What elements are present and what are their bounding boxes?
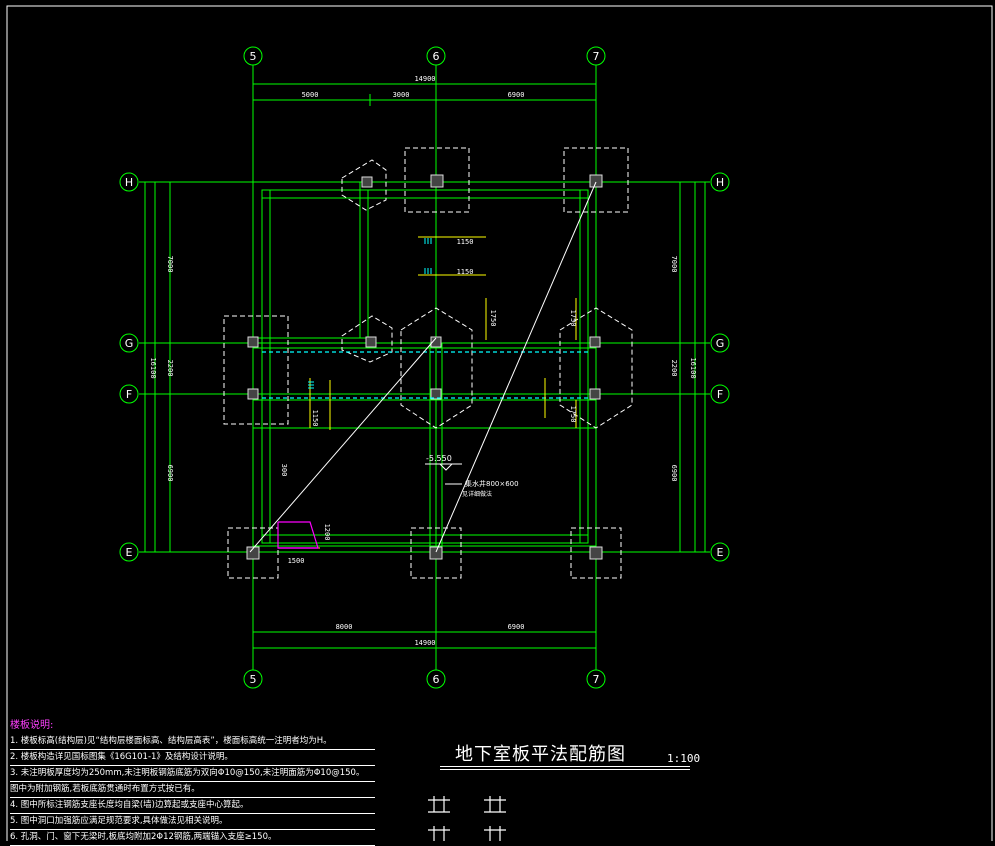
axis-label-col-5-top: 5 xyxy=(250,50,257,63)
note-line: 5. 图中洞口加强筋应满足规范要求,具体做法见相关说明。 xyxy=(10,814,375,830)
column-markers xyxy=(246,174,603,560)
dim-top-seg-1: 5000 xyxy=(302,91,319,99)
axis-label-col-6-top: 6 xyxy=(433,50,440,63)
dim-bottom-total: 14900 xyxy=(414,639,435,647)
title-underline xyxy=(440,766,690,770)
rebar-len-5: 1750 xyxy=(569,406,577,423)
dim-300: 300 xyxy=(280,464,288,477)
notes-title: 楼板说明: xyxy=(10,720,54,731)
title-symbols xyxy=(428,796,506,841)
note-line: 3. 未注明板厚度均为250mm,未注明板钢筋底筋为双向Φ10@150,未注明面… xyxy=(10,766,375,782)
note-line: 2. 楼板构造详见国标图集《16G101-1》及结构设计说明。 xyxy=(10,750,375,766)
note-line: 6. 孔洞、门、窗下无梁时,板底均附加2Φ12钢筋,两端锚入支座≥150。 xyxy=(10,830,375,846)
dim-bottom-seg-2: 6900 xyxy=(508,623,525,631)
axis-label-col-7-top: 7 xyxy=(593,50,600,63)
axis-label-row-g-left: G xyxy=(125,337,134,350)
axis-label-row-h-right: H xyxy=(716,176,724,189)
axis-label-col-6-bottom: 6 xyxy=(433,673,440,686)
axis-label-row-e-right: E xyxy=(717,546,724,559)
dim-left-seg-2: 2200 xyxy=(166,360,174,377)
axis-bubbles xyxy=(119,46,730,689)
dim-left-seg-1: 7000 xyxy=(166,256,174,273)
grid-lines xyxy=(139,65,710,670)
rebar-len-6: 1150 xyxy=(311,410,319,427)
axis-label-col-5-bottom: 5 xyxy=(250,673,257,686)
drawing-title: 地下室板平法配筋图 xyxy=(455,744,626,765)
rebar-len-2: 1150 xyxy=(457,268,474,276)
slab-notes: 楼板说明: 1. 楼板标高(结构层)见“结构层楼面标高、结构层高表”，楼面标高统… xyxy=(10,716,375,846)
note-line: 4. 图中所标注钢筋支座长度均自梁(墙)边算起或支座中心算起。 xyxy=(10,798,375,814)
rebar-len-4: 1750 xyxy=(569,310,577,327)
note-line: 图中为附加钢筋,若板底筋贯通时布置方式按已有。 xyxy=(10,782,375,798)
pile-caps xyxy=(223,147,633,579)
note-line: 1. 楼板标高(结构层)见“结构层楼面标高、结构层高表”，楼面标高统一注明者均为… xyxy=(10,734,375,750)
dim-right-seg-2: 2200 xyxy=(670,360,678,377)
dim-bottom-seg-1: 8000 xyxy=(336,623,353,631)
axis-label-row-h-left: H xyxy=(125,176,133,189)
dim-top-seg-3: 6900 xyxy=(508,91,525,99)
floor-slab-plan-drawing: 5 6 7 5 6 7 H G F E H G F E 14900 5000 3… xyxy=(6,5,993,841)
axis-label-row-g-right: G xyxy=(716,337,725,350)
dim-top-total: 14900 xyxy=(414,75,435,83)
pit-label: 集水井800×600 xyxy=(465,479,519,488)
dim-top-seg-2: 3000 xyxy=(393,91,410,99)
dim-pit-1200: 1200 xyxy=(323,524,331,541)
axis-label-row-f-right: F xyxy=(717,388,723,401)
dim-left-seg-3: 6900 xyxy=(166,465,174,482)
rebar-len-3: 1750 xyxy=(489,310,497,327)
elevation-text: -5.550 xyxy=(426,454,452,463)
rebar-len-1: 1150 xyxy=(457,238,474,246)
elevation-marker xyxy=(425,463,462,485)
dim-pit-1500: 1500 xyxy=(288,557,305,565)
drawing-scale: 1:100 xyxy=(667,752,701,765)
dim-left-total: 16100 xyxy=(149,357,157,378)
dim-right-total: 16100 xyxy=(689,357,697,378)
dim-right-seg-1: 7000 xyxy=(670,256,678,273)
pit-sub-label: 见详细做法 xyxy=(462,490,492,498)
axis-label-row-e-left: E xyxy=(126,546,133,559)
axis-label-row-f-left: F xyxy=(126,388,132,401)
dimension-lines-top xyxy=(144,78,706,652)
axis-label-col-7-bottom: 7 xyxy=(593,673,600,686)
dashed-rebar xyxy=(262,351,588,399)
dim-right-seg-3: 6900 xyxy=(670,465,678,482)
